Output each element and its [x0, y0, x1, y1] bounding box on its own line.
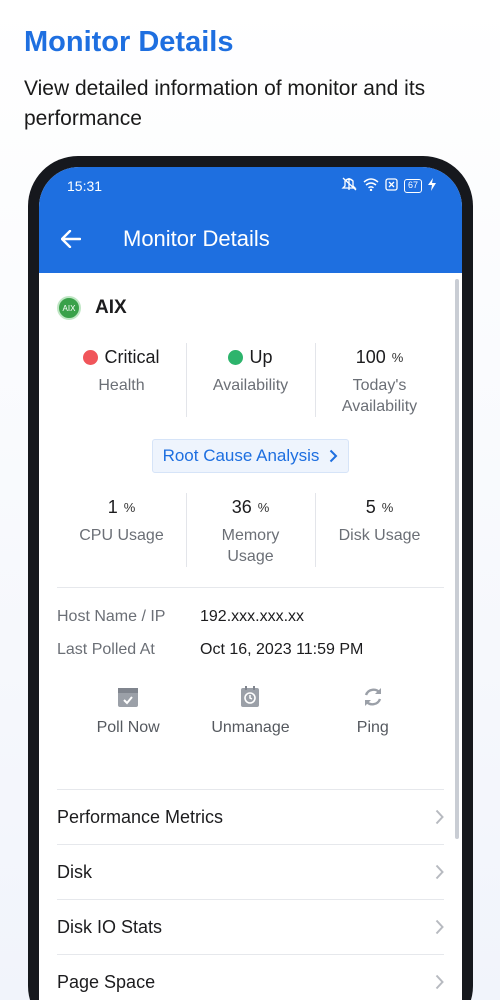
todays-availability-cell: 100% Today's Availability	[315, 343, 444, 417]
disk-io-stats-item[interactable]: Disk IO Stats	[57, 899, 444, 954]
scrollbar[interactable]	[455, 279, 459, 839]
host-info-row: Host Name / IP 192.xxx.xxx.xx	[57, 608, 444, 626]
memory-usage-cell: 36% Memory Usage	[186, 493, 315, 567]
host-name-value: 192.xxx.xxx.xx	[200, 608, 305, 625]
status-icons: 67	[341, 177, 436, 194]
rca-label: Root Cause Analysis	[162, 446, 320, 465]
page-space-label: Page Space	[57, 971, 156, 992]
performance-metrics-item[interactable]: Performance Metrics	[57, 789, 444, 844]
mute-icon	[341, 177, 357, 194]
app-bar-title: Monitor Details	[123, 225, 270, 251]
summary-grid: Critical Health Up Availability 100% Tod…	[57, 343, 444, 417]
poll-now-icon	[118, 688, 139, 707]
disk-usage-unit: %	[381, 499, 394, 515]
app-bar: Monitor Details	[39, 204, 462, 273]
host-name-key: Host Name / IP	[57, 608, 166, 625]
unmanage-label: Unmanage	[211, 719, 290, 736]
disk-usage-label: Disk Usage	[338, 527, 421, 544]
availability-label: Availability	[212, 377, 289, 394]
availability-value: Up	[249, 346, 273, 367]
battery-icon: 67	[403, 178, 422, 193]
cpu-usage-unit: %	[123, 499, 136, 515]
monitor-content: AIX AIX Critical Health Up Availability …	[39, 273, 462, 1000]
memory-usage-value: 36	[231, 496, 252, 517]
chevron-right-icon	[435, 919, 444, 935]
monitor-actions: Poll Now Unmanage Ping	[57, 685, 444, 737]
chevron-right-icon	[330, 449, 338, 463]
sim-icon	[385, 177, 398, 194]
monitor-header: AIX AIX	[57, 273, 444, 343]
charging-icon	[428, 177, 436, 194]
critical-status-dot	[83, 349, 99, 365]
detail-menu-list: Performance Metrics Disk Disk IO Stats P…	[57, 789, 444, 1000]
ping-icon	[364, 688, 381, 706]
status-bar: 15:31 67	[39, 167, 462, 204]
availability-cell: Up Availability	[186, 343, 315, 417]
promo-subtitle: View detailed information of monitor and…	[24, 77, 426, 130]
wifi-icon	[363, 177, 379, 194]
health-value: Critical	[104, 346, 160, 367]
poll-now-label: Poll Now	[96, 719, 160, 736]
root-cause-analysis-button[interactable]: Root Cause Analysis	[151, 439, 350, 473]
page-space-item[interactable]: Page Space	[57, 954, 444, 1000]
back-button[interactable]	[59, 227, 83, 251]
health-label: Health	[98, 377, 145, 394]
usage-grid: 1% CPU Usage 36% Memory Usage 5% Disk Us…	[57, 493, 444, 567]
health-cell: Critical Health	[57, 343, 186, 417]
cpu-usage-label: CPU Usage	[79, 527, 164, 544]
performance-metrics-label: Performance Metrics	[57, 806, 224, 827]
unmanage-icon	[241, 686, 260, 707]
monitor-name: AIX	[95, 297, 127, 318]
status-time: 15:31	[67, 177, 103, 194]
disk-io-stats-label: Disk IO Stats	[57, 916, 163, 937]
disk-usage-cell: 5% Disk Usage	[315, 493, 444, 567]
disk-label: Disk	[57, 861, 92, 882]
disk-item[interactable]: Disk	[57, 844, 444, 899]
todays-availability-label: Today's Availability	[341, 377, 418, 415]
chevron-right-icon	[435, 974, 444, 990]
cpu-usage-value: 1	[107, 496, 118, 517]
ping-label: Ping	[356, 719, 389, 736]
poll-now-button[interactable]: Poll Now	[73, 685, 183, 737]
last-polled-row: Last Polled At Oct 16, 2023 11:59 PM	[57, 641, 444, 659]
arrow-left-icon	[61, 229, 81, 248]
ping-button[interactable]: Ping	[318, 685, 428, 737]
chevron-right-icon	[435, 864, 444, 880]
chevron-right-icon	[435, 809, 444, 825]
last-polled-value: Oct 16, 2023 11:59 PM	[200, 641, 364, 658]
memory-usage-label: Memory Usage	[221, 527, 280, 565]
divider	[57, 587, 444, 588]
promo-title: Monitor Details	[24, 26, 234, 58]
last-polled-key: Last Polled At	[57, 641, 155, 658]
unmanage-button[interactable]: Unmanage	[195, 685, 305, 737]
phone-screen: 15:31 67 Monitor Details AIX AIX Critica…	[39, 167, 462, 1000]
todays-availability-value: 100	[355, 346, 386, 367]
aix-os-icon: AIX	[57, 296, 81, 320]
todays-availability-unit: %	[391, 349, 404, 365]
disk-usage-value: 5	[365, 496, 376, 517]
up-status-dot	[228, 349, 244, 365]
memory-usage-unit: %	[257, 499, 270, 515]
cpu-usage-cell: 1% CPU Usage	[57, 493, 186, 567]
